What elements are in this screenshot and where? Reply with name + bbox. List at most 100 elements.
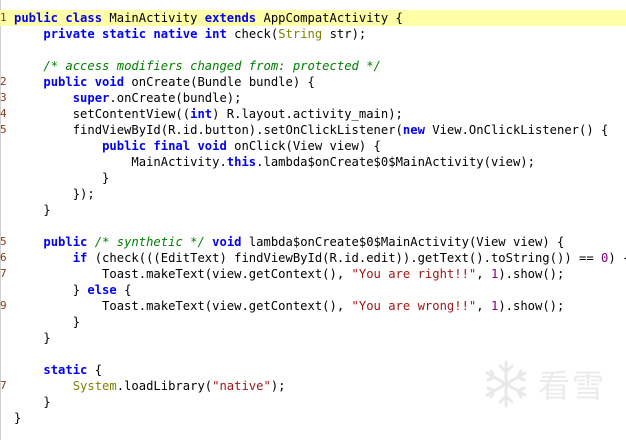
code-token: ) R.layout.activity_main); bbox=[212, 107, 403, 121]
line-number: 5 bbox=[0, 123, 7, 136]
code-line[interactable]: }); bbox=[0, 186, 626, 202]
line-number: 5 bbox=[0, 235, 7, 248]
code-line[interactable]: 5 public /* synthetic */ void lambda$onC… bbox=[0, 234, 626, 250]
code-text: public /* synthetic */ void lambda$onCre… bbox=[14, 234, 564, 250]
code-text: Toast.makeText(view.getContext(), "You a… bbox=[14, 298, 564, 314]
kanxue-watermark: 看雪 bbox=[480, 358, 606, 410]
code-text: } bbox=[14, 394, 50, 410]
code-token: } bbox=[14, 331, 51, 345]
code-text: Toast.makeText(view.getContext(), "You a… bbox=[14, 266, 564, 282]
code-line[interactable]: 3 super.onCreate(bundle); bbox=[0, 90, 626, 106]
code-line[interactable] bbox=[0, 218, 626, 234]
code-token: ).show(); bbox=[498, 299, 565, 313]
code-line[interactable]: /* access modifiers changed from: protec… bbox=[0, 58, 626, 74]
watermark-text: 看雪 bbox=[537, 367, 606, 405]
code-line[interactable]: } bbox=[0, 314, 626, 330]
code-token: findViewById(R.id.button).setOnClickList… bbox=[14, 123, 403, 137]
code-text: MainActivity.this.lambda$onCreate$0$Main… bbox=[14, 154, 535, 170]
code-token: (check(((EditText) findViewById(R.id.edi… bbox=[94, 251, 602, 265]
code-line[interactable]: } bbox=[0, 330, 626, 346]
line-number: 6 bbox=[0, 251, 7, 264]
code-token: "You are right!!" bbox=[351, 267, 477, 281]
code-line[interactable]: } bbox=[0, 410, 626, 426]
code-line[interactable]: 6 if (check(((EditText) findViewById(R.i… bbox=[0, 250, 626, 266]
code-token: MainActivity bbox=[109, 11, 205, 25]
code-token: View.OnClickListener() { bbox=[432, 123, 609, 137]
code-line[interactable]: 7 Toast.makeText(view.getContext(), "You… bbox=[0, 266, 626, 282]
code-token: void bbox=[212, 235, 249, 249]
code-token: System bbox=[72, 379, 117, 393]
code-token: { bbox=[124, 283, 132, 297]
code-text: System.loadLibrary("native"); bbox=[14, 378, 286, 394]
line-number: 4 bbox=[0, 107, 7, 120]
code-token: setContentView(( bbox=[14, 107, 191, 121]
code-token: "native" bbox=[212, 379, 271, 393]
line-number: 2 bbox=[0, 75, 7, 88]
code-token: public final void bbox=[102, 139, 235, 153]
code-text: } else { bbox=[14, 282, 132, 298]
code-token: str); bbox=[329, 27, 367, 41]
code-editor[interactable]: 1 public class MainActivity extends AppCo… bbox=[0, 0, 626, 440]
code-token: ).show(); bbox=[498, 267, 565, 281]
code-text: /* access modifiers changed from: protec… bbox=[14, 58, 381, 74]
code-token: else bbox=[87, 283, 125, 297]
snowflake-logo-icon bbox=[485, 360, 527, 408]
code-line[interactable]: MainActivity.this.lambda$onCreate$0$Main… bbox=[0, 154, 626, 170]
code-line[interactable]: 9 Toast.makeText(view.getContext(), "You… bbox=[0, 298, 626, 314]
code-line[interactable]: } bbox=[0, 202, 626, 218]
code-token: extends bbox=[204, 11, 264, 25]
code-token: , bbox=[476, 299, 491, 313]
code-token: lambda$onCreate$0$MainActivity(View view… bbox=[248, 235, 565, 249]
code-text: private static native int check(String s… bbox=[14, 26, 366, 42]
code-token: onClick(View view) { bbox=[234, 139, 381, 153]
code-token: MainActivity. bbox=[14, 155, 227, 169]
code-token: .lambda$onCreate$0$MainActivity(view); bbox=[256, 155, 535, 169]
code-line[interactable]: } bbox=[0, 170, 626, 186]
code-token: String bbox=[278, 27, 330, 41]
code-text: } bbox=[14, 314, 80, 330]
code-text: } bbox=[14, 410, 21, 426]
code-token: } bbox=[14, 283, 88, 297]
code-text: findViewById(R.id.button).setOnClickList… bbox=[14, 122, 609, 138]
code-text: public void onCreate(Bundle bundle) { bbox=[14, 74, 315, 90]
code-token: AppCompatActivity { bbox=[263, 11, 403, 25]
code-token: int bbox=[204, 27, 235, 41]
code-line[interactable]: 2 public void onCreate(Bundle bundle) { bbox=[0, 74, 626, 90]
code-text: public class MainActivity extends AppCom… bbox=[14, 10, 403, 26]
code-line[interactable]: private static native int check(String s… bbox=[0, 26, 626, 42]
code-token: public class bbox=[14, 11, 110, 25]
code-line[interactable]: 4 setContentView((int) R.layout.activity… bbox=[0, 106, 626, 122]
code-token: ) { bbox=[608, 251, 626, 265]
code-line[interactable] bbox=[0, 42, 626, 58]
code-text: }); bbox=[14, 186, 95, 202]
code-line[interactable]: 5 findViewById(R.id.button).setOnClickLi… bbox=[0, 122, 626, 138]
code-text: setContentView((int) R.layout.activity_m… bbox=[14, 106, 403, 122]
code-line[interactable]: 1 public class MainActivity extends AppCo… bbox=[0, 10, 626, 26]
code-token: "You are wrong!!" bbox=[351, 299, 477, 313]
code-token: this bbox=[226, 155, 257, 169]
code-token: } bbox=[14, 203, 51, 217]
code-text: } bbox=[14, 202, 51, 218]
code-token: int bbox=[190, 107, 213, 121]
code-token: } bbox=[14, 171, 110, 185]
code-line[interactable]: } else { bbox=[0, 282, 626, 298]
code-token: } bbox=[14, 411, 22, 425]
code-token: /* synthetic */ bbox=[94, 235, 213, 249]
line-number: 9 bbox=[0, 299, 7, 312]
code-token: new bbox=[402, 123, 433, 137]
code-token: Toast.makeText(view.getContext(), bbox=[14, 267, 352, 281]
line-number: 7 bbox=[0, 267, 7, 280]
code-token: super bbox=[72, 91, 110, 105]
code-token: static bbox=[43, 363, 95, 377]
code-text: super.onCreate(bundle); bbox=[14, 90, 242, 106]
code-token: .onCreate(bundle); bbox=[109, 91, 242, 105]
line-number: 1 bbox=[0, 11, 7, 24]
code-line[interactable]: public final void onClick(View view) { bbox=[0, 138, 626, 154]
code-token: if bbox=[72, 251, 95, 265]
code-token: public bbox=[43, 235, 95, 249]
